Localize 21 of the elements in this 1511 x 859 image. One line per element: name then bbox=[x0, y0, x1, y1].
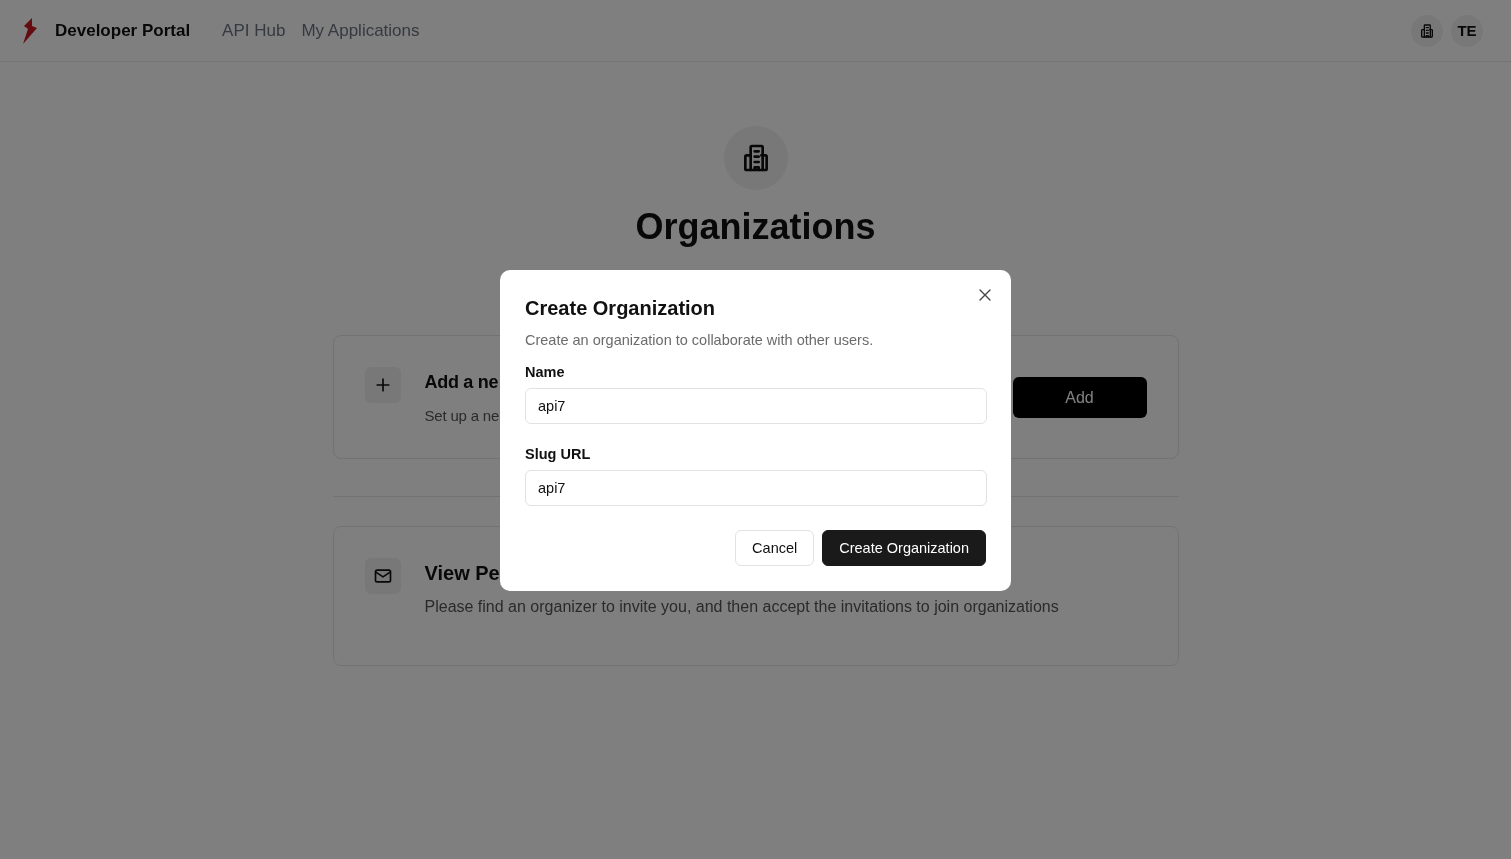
user-avatar[interactable]: TE bbox=[1451, 14, 1483, 47]
brand-name: Developer Portal bbox=[55, 20, 191, 41]
card-description: Set up a ne bbox=[424, 406, 500, 426]
dialog-title: Create Organization bbox=[525, 295, 717, 321]
mail-icon bbox=[372, 566, 393, 586]
card-description: Please find an organizer to invite you, and then accept the invitations to join organizations bbox=[424, 597, 1059, 617]
cancel-button[interactable]: Cancel bbox=[735, 529, 815, 566]
add-button[interactable]: Add bbox=[1012, 377, 1147, 418]
create-button[interactable]: Create Organization bbox=[822, 529, 986, 566]
dialog-description: Create an organization to collaborate with other users. bbox=[525, 330, 875, 350]
card-title: View Pe bbox=[424, 561, 500, 586]
logo-icon bbox=[22, 17, 38, 44]
building-icon bbox=[1419, 22, 1435, 39]
card-title: Add a ne bbox=[424, 371, 499, 394]
input-field[interactable]: api7 bbox=[525, 387, 987, 424]
organization-button[interactable] bbox=[1411, 14, 1443, 47]
field-label: Slug URL bbox=[525, 444, 592, 464]
field-label: Name bbox=[525, 362, 566, 382]
input-field[interactable]: api7 bbox=[525, 469, 987, 506]
close-icon bbox=[978, 287, 992, 302]
page-title: Organizations bbox=[635, 205, 876, 249]
